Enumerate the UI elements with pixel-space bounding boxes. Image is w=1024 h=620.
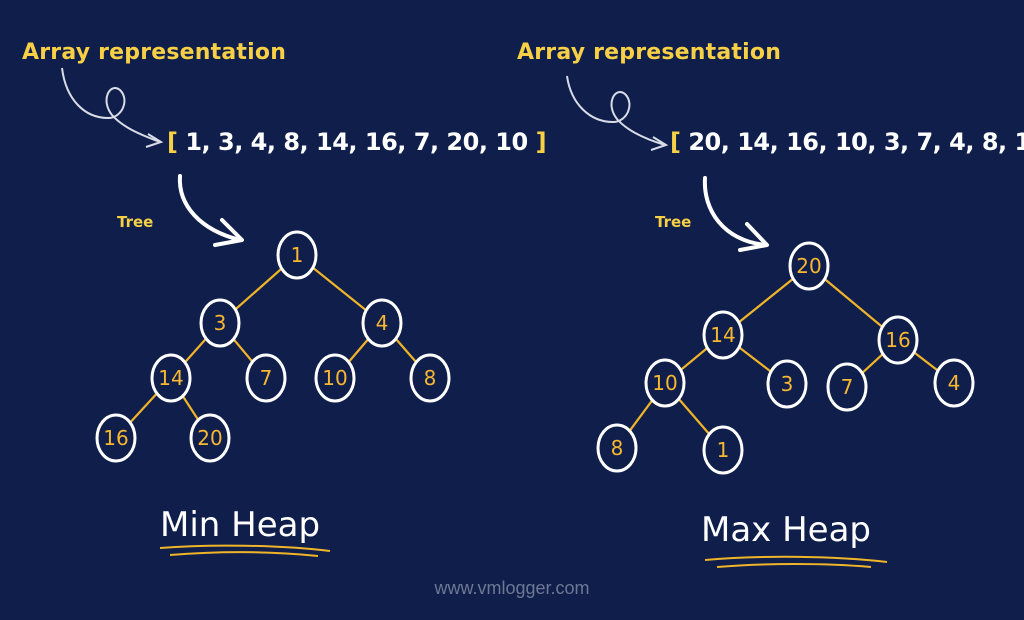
node-value: 14 [158, 366, 183, 390]
node-value: 16 [885, 328, 910, 352]
node-value: 1 [291, 243, 304, 267]
tree-node: 1 [276, 230, 318, 280]
node-value: 16 [103, 426, 128, 450]
tree-arrowhead-icon [738, 222, 769, 252]
tree-node: 16 [877, 315, 919, 365]
node-value: 14 [710, 323, 735, 347]
tree-node: 7 [245, 353, 287, 403]
max-heap-diagram: 20 14 16 10 3 7 4 8 1 [566, 75, 975, 568]
tree-node: 10 [644, 358, 686, 408]
tree-node: 20 [788, 241, 830, 291]
tree-node: 16 [95, 413, 137, 463]
tree-node: 4 [361, 298, 403, 348]
node-value: 4 [376, 311, 389, 335]
tree-node: 3 [766, 359, 808, 409]
tree-node: 3 [199, 298, 241, 348]
curly-arrow-icon [61, 67, 161, 143]
tree-node: 8 [596, 423, 638, 473]
min-heap-diagram: 1 3 4 14 7 10 8 16 20 [61, 67, 451, 557]
node-value: 7 [260, 366, 273, 390]
node-value: 20 [197, 426, 222, 450]
tree-node: 7 [826, 362, 868, 412]
tree-node: 14 [702, 310, 744, 360]
node-value: 10 [652, 371, 677, 395]
node-value: 3 [214, 311, 227, 335]
max-heap-panel: Array representation [ 20, 14, 16, 10, 3… [505, 0, 1024, 620]
node-value: 1 [717, 438, 730, 462]
node-value: 10 [322, 366, 347, 390]
curly-arrow-icon [566, 75, 666, 146]
node-value: 7 [841, 375, 854, 399]
min-heap-panel: Array representation [ 1, 3, 4, 8, 14, 1… [0, 0, 547, 620]
title-underline [159, 544, 331, 552]
node-value: 20 [796, 254, 821, 278]
title-underline [704, 555, 888, 563]
node-value: 3 [781, 372, 794, 396]
node-value: 8 [611, 436, 624, 460]
node-value: 8 [424, 366, 437, 390]
tree-node: 4 [933, 358, 975, 408]
tree-node: 14 [150, 353, 192, 403]
tree-node: 20 [189, 413, 231, 463]
footer-website: www.vmlogger.com [434, 578, 590, 598]
tree-node: 10 [314, 353, 356, 403]
tree-node: 8 [409, 353, 451, 403]
tree-node: 1 [702, 425, 744, 475]
title-underline-2 [169, 551, 319, 557]
node-value: 4 [948, 371, 961, 395]
title-underline-2 [716, 563, 872, 568]
